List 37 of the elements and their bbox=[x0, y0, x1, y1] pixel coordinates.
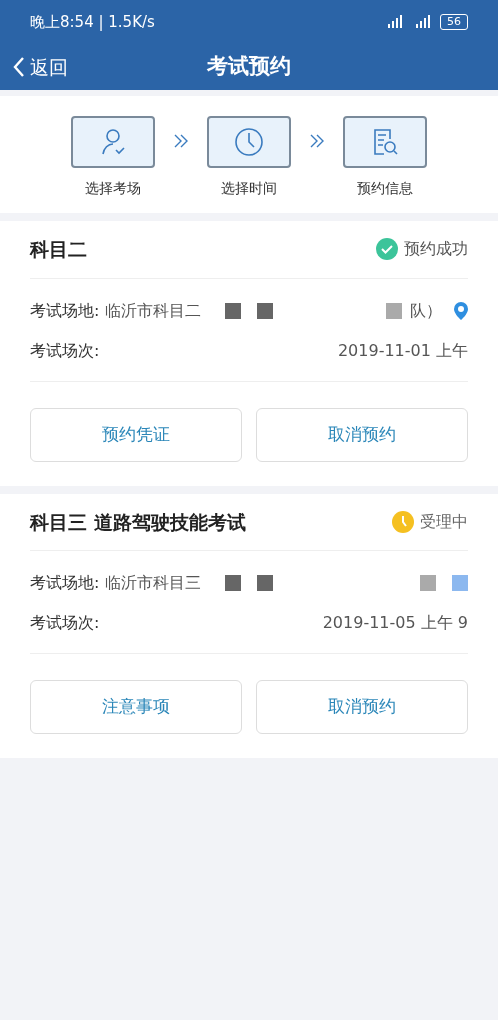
redaction-mark bbox=[452, 575, 468, 591]
check-circle-icon bbox=[376, 238, 398, 261]
venue-label: 考试场地: bbox=[30, 572, 100, 594]
session-label: 考试场次: bbox=[30, 339, 100, 362]
venue-label: 考试场地: bbox=[30, 299, 100, 322]
redaction-mark bbox=[420, 575, 436, 591]
back-button[interactable]: 返回 bbox=[12, 52, 68, 82]
action-button[interactable]: 取消预约 bbox=[256, 407, 468, 462]
page-title: 考试预约 bbox=[207, 53, 291, 81]
clock-icon bbox=[392, 510, 414, 533]
status-label: 预约成功 bbox=[404, 238, 468, 261]
venue-value: 队） bbox=[410, 299, 442, 322]
redaction-mark bbox=[386, 302, 402, 319]
status-label: 受理中 bbox=[420, 510, 468, 533]
session-value: 2019-11-05 上午 9 bbox=[322, 612, 468, 634]
action-button[interactable]: 注意事项 bbox=[30, 680, 242, 734]
subject-title: 科目三 道路驾驶技能考试 bbox=[30, 509, 246, 535]
redaction-mark bbox=[257, 575, 274, 591]
session-label: 考试场次: bbox=[30, 612, 100, 634]
action-button[interactable]: 取消预约 bbox=[256, 680, 468, 734]
session-value: 2019-11-01 上午 bbox=[337, 339, 468, 362]
action-button[interactable]: 预约凭证 bbox=[30, 407, 242, 462]
step-label: 选择时间 bbox=[221, 179, 277, 198]
double-chevron-icon bbox=[173, 134, 189, 148]
double-chevron-icon bbox=[309, 134, 325, 148]
redaction-mark bbox=[225, 302, 242, 319]
redaction-mark bbox=[257, 302, 274, 319]
venue-value: 临沂市科目二 bbox=[105, 299, 202, 322]
chevron-left-icon bbox=[12, 56, 26, 78]
subject-title: 科目二 bbox=[30, 237, 87, 262]
redaction-mark bbox=[225, 575, 242, 591]
step-label: 预约信息 bbox=[357, 179, 413, 198]
battery-level: 56 bbox=[440, 14, 468, 30]
step-label: 选择考场 bbox=[85, 179, 141, 198]
clock-icon bbox=[232, 125, 266, 159]
venue-value: 临沂市科目三 bbox=[105, 572, 202, 594]
status-time: 晚上8:54 | 1.5K/s bbox=[30, 11, 155, 33]
